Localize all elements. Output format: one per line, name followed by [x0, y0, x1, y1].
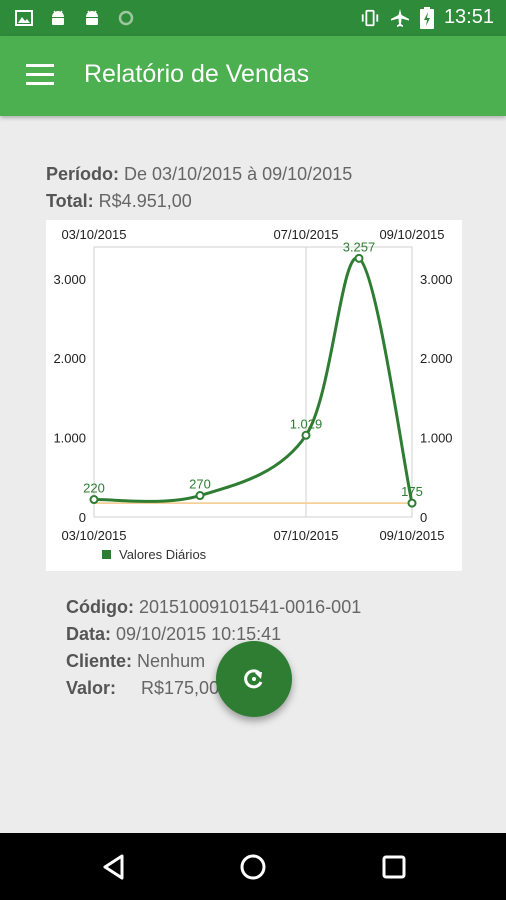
y-tick-label-right: 0: [420, 510, 427, 525]
airplane-icon: [390, 8, 409, 27]
app-bar: Relatório de Vendas: [0, 36, 506, 116]
image-icon: [15, 10, 33, 26]
vibrate-icon: [361, 9, 379, 26]
data-point: [301, 430, 311, 440]
y-tick-label-left: 2.000: [53, 351, 86, 366]
data-label: 3.257: [343, 239, 376, 254]
total-value: R$4.951,00: [98, 191, 192, 211]
data-point: [195, 491, 205, 501]
cliente-value: Nenhum: [137, 651, 206, 671]
y-tick-label-right: 2.000: [420, 351, 453, 366]
codigo-label: Código:: [66, 597, 134, 617]
back-icon[interactable]: [98, 851, 130, 883]
valor-label: Valor:: [66, 678, 117, 698]
data-label: 220: [83, 481, 105, 496]
data-label: Data:: [66, 624, 112, 644]
valor-value: R$175,00: [141, 678, 220, 698]
x-tick-label-bottom: 07/10/2015: [273, 528, 338, 543]
x-tick-label-top: 03/10/2015: [61, 227, 126, 242]
data-label: 1.029: [290, 416, 323, 431]
y-tick-label-right: 1.000: [420, 431, 453, 446]
summary: Período: De 03/10/2015 à 09/10/2015 Tota…: [46, 161, 352, 215]
android-icon: [86, 10, 98, 25]
codigo-value: 20151009101541-0016-001: [139, 597, 362, 617]
refresh-button[interactable]: [216, 641, 292, 717]
x-tick-label-bottom: 03/10/2015: [61, 528, 126, 543]
data-label: 175: [401, 484, 423, 499]
sale-details: Código: 20151009101541-0016-001 Data: 09…: [66, 594, 361, 702]
y-tick-label-left: 0: [79, 510, 86, 525]
navigation-bar: [0, 833, 506, 900]
sales-chart[interactable]: 0 0 1.000 1.000 2.000 2.000 3.000 3.000 03/10/20…: [46, 220, 462, 571]
period-value: De 03/10/2015 à 09/10/2015: [124, 164, 353, 184]
cliente-label: Cliente:: [66, 651, 133, 671]
series-line: [93, 256, 414, 504]
data-point: [89, 495, 99, 505]
sync-icon: [118, 10, 134, 26]
menu-icon[interactable]: [26, 64, 54, 86]
battery-charging-icon: [419, 6, 434, 29]
data-point: [407, 498, 417, 508]
status-bar: 13:51: [0, 0, 506, 36]
period-label: Período:: [46, 164, 120, 184]
x-tick-label-top: 07/10/2015: [273, 227, 338, 242]
recents-icon[interactable]: [378, 851, 410, 883]
home-icon[interactable]: [237, 851, 269, 883]
x-tick-label-bottom: 09/10/2015: [379, 528, 444, 543]
android-icon: [52, 10, 64, 25]
y-tick-label-right: 3.000: [420, 272, 453, 287]
status-time: 13:51: [443, 6, 494, 28]
chart-svg: 0 0 1.000 1.000 2.000 2.000 3.000 3.000 03/10/20…: [53, 227, 453, 562]
page-title: Relatório de Vendas: [84, 60, 310, 88]
data-label: 270: [189, 477, 211, 492]
x-tick-label-top: 09/10/2015: [379, 227, 444, 242]
y-tick-label-left: 3.000: [53, 272, 86, 287]
legend-swatch: [102, 550, 111, 559]
total-label: Total:: [46, 191, 94, 211]
y-tick-label-left: 1.000: [53, 431, 86, 446]
legend-label: Valores Diários: [119, 547, 207, 562]
data-point: [354, 253, 364, 263]
refresh-icon: [244, 669, 263, 689]
